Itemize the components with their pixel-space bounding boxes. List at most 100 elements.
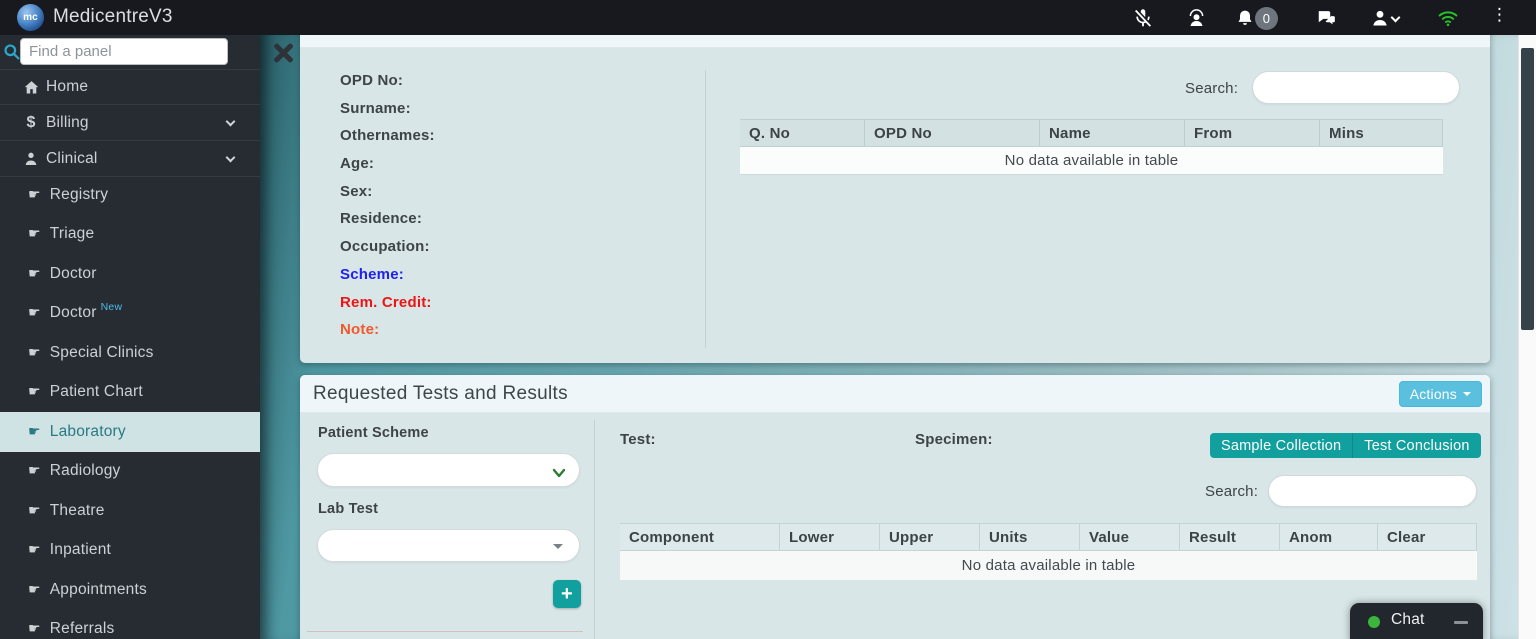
lab-test-select[interactable] — [317, 529, 580, 562]
results-column-header[interactable]: Clear — [1378, 524, 1477, 550]
notification-count-badge[interactable]: 0 — [1255, 7, 1278, 30]
results-table: Component Lower Upper Units Value Result… — [620, 523, 1477, 580]
queue-table-header: Q. No OPD No Name From Mins — [740, 119, 1443, 147]
field-label-text: Occupation: — [340, 238, 430, 255]
sidebar-item-home[interactable]: Home — [0, 69, 260, 105]
lab-test-label: Lab Test — [318, 501, 378, 517]
queue-column-header[interactable]: OPD No — [865, 120, 1040, 146]
user-account-icon[interactable] — [1368, 6, 1392, 30]
hand-point-icon: ☛ — [28, 424, 41, 440]
sidebar-subitem[interactable]: ☛ Appointments — [0, 570, 260, 610]
results-empty-row: No data available in table — [620, 551, 1477, 580]
add-test-button[interactable]: + — [553, 580, 581, 608]
results-column-header[interactable]: Value — [1080, 524, 1180, 550]
patient-scheme-label: Patient Scheme — [318, 425, 429, 441]
sidebar-item-label: Billing — [46, 114, 89, 132]
patient-field-label: Rem. Credit: — [340, 294, 435, 322]
results-column-header[interactable]: Units — [980, 524, 1080, 550]
test-conclusion-button[interactable]: Test Conclusion — [1353, 433, 1480, 458]
panel-search-input[interactable] — [20, 38, 228, 65]
sidebar-subitem[interactable]: ☛ Radiology — [0, 452, 260, 492]
patient-field-label: OPD No: — [340, 72, 435, 100]
actions-button[interactable]: Actions — [1399, 381, 1482, 407]
clinical-submenu: ☛ Registry ☛ Triage ☛ Doctor ☛ — [0, 175, 260, 639]
patients-details-panel: Patients Details (click here to hide) OP… — [300, 8, 1490, 363]
chat-widget[interactable]: Chat — [1350, 603, 1483, 639]
hand-point-icon: ☛ — [28, 582, 41, 598]
brand-logo[interactable]: mc — [17, 4, 44, 31]
messages-icon[interactable] — [1315, 6, 1339, 30]
support-agent-icon[interactable] — [1184, 6, 1208, 30]
sidebar-subitem[interactable]: ☛ Triage — [0, 215, 260, 255]
patient-field-label: Surname: — [340, 100, 435, 128]
close-icon[interactable] — [272, 41, 294, 63]
online-status-dot — [1368, 616, 1380, 628]
minimize-icon[interactable] — [1454, 621, 1468, 624]
vertical-divider — [705, 70, 706, 348]
sidebar-subitem[interactable]: ☛ Registry — [0, 175, 260, 215]
results-column-header[interactable]: Result — [1180, 524, 1280, 550]
hand-point-icon: ☛ — [28, 542, 41, 558]
sidebar-subitem-label: Special Clinics — [50, 344, 154, 362]
queue-column-header[interactable]: From — [1185, 120, 1320, 146]
page-scrollbar-track[interactable] — [1518, 35, 1536, 639]
chevron-down-icon — [552, 465, 566, 483]
queue-column-header[interactable]: Mins — [1320, 120, 1443, 146]
results-column-header[interactable]: Upper — [880, 524, 980, 550]
patient-field-label: Occupation: — [340, 238, 435, 266]
sidebar-subitem-label: Radiology — [50, 462, 121, 480]
wifi-status-icon[interactable] — [1436, 6, 1460, 30]
sidebar-subitem[interactable]: ☛ Doctor — [0, 254, 260, 294]
sidebar-subitem-label: Patient Chart — [50, 383, 143, 401]
brand-title[interactable]: MedicentreV3 — [53, 0, 173, 35]
sidebar-subitem[interactable]: ☛ Laboratory — [0, 412, 260, 452]
specimen-label: Specimen: — [915, 431, 993, 448]
sidebar-subitem[interactable]: ☛ Theatre — [0, 491, 260, 531]
sidebar-subitem-label: Laboratory — [50, 423, 126, 441]
queue-search-input[interactable] — [1252, 71, 1460, 104]
horizontal-divider — [307, 631, 583, 632]
sidebar-subitem-label: Doctor — [50, 265, 97, 283]
user-menu-chevron-icon[interactable] — [1391, 13, 1401, 23]
patient-fields: OPD No: Surname: Othernames: Age: Sex: — [340, 72, 435, 349]
results-search-input[interactable] — [1268, 475, 1477, 507]
patient-field-label: Note: — [340, 321, 435, 349]
sidebar-subitem-label: Appointments — [50, 581, 147, 599]
top-navbar: mc MedicentreV3 0 — [0, 0, 1536, 35]
sample-collection-button[interactable]: Sample Collection — [1210, 433, 1353, 458]
sidebar-subitem[interactable]: ☛ Referrals — [0, 610, 260, 639]
sidebar-subitem[interactable]: ☛ Patient Chart — [0, 373, 260, 413]
panel-title: Requested Tests and Results — [313, 383, 568, 405]
queue-column-header[interactable]: Q. No — [740, 120, 865, 146]
results-column-header[interactable]: Anom — [1280, 524, 1378, 550]
requested-tests-panel: Requested Tests and Results Actions Pati… — [300, 375, 1490, 639]
test-actions-group: Sample Collection Test Conclusion — [1210, 433, 1481, 458]
home-icon — [20, 79, 42, 96]
field-label-text: OPD No: — [340, 72, 403, 89]
hand-point-icon: ☛ — [28, 621, 41, 637]
sidebar-subitem[interactable]: ☛ Special Clinics — [0, 333, 260, 373]
page-scrollbar-thumb[interactable] — [1521, 48, 1534, 330]
field-label-text: Scheme: — [340, 266, 404, 283]
microphone-muted-icon[interactable] — [1131, 6, 1155, 30]
chevron-down-icon — [226, 116, 236, 126]
search-icon — [2, 42, 21, 66]
vertical-divider — [594, 420, 595, 639]
results-column-header[interactable]: Component — [620, 524, 780, 550]
sidebar-subitem-label: Registry — [50, 186, 108, 204]
hand-point-icon: ☛ — [28, 226, 41, 242]
results-column-header[interactable]: Lower — [780, 524, 880, 550]
sidebar-item-clinical[interactable]: Clinical — [0, 141, 260, 177]
overflow-menu-icon[interactable]: ⋮ — [1491, 5, 1508, 25]
field-label-text: Sex: — [340, 183, 373, 200]
queue-column-header[interactable]: Name — [1040, 120, 1185, 146]
patient-field-label: Residence: — [340, 210, 435, 238]
sidebar-subitem-label: Doctor — [50, 304, 97, 322]
sidebar-subitem[interactable]: ☛ Doctor New — [0, 294, 260, 334]
sidebar-subitem[interactable]: ☛ Inpatient — [0, 531, 260, 571]
patient-scheme-select[interactable] — [317, 453, 580, 487]
patient-field-label: Othernames: — [340, 127, 435, 155]
notifications-bell-icon[interactable] — [1233, 6, 1257, 30]
sidebar-item-billing[interactable]: $ Billing — [0, 105, 260, 141]
hand-point-icon: ☛ — [28, 384, 41, 400]
